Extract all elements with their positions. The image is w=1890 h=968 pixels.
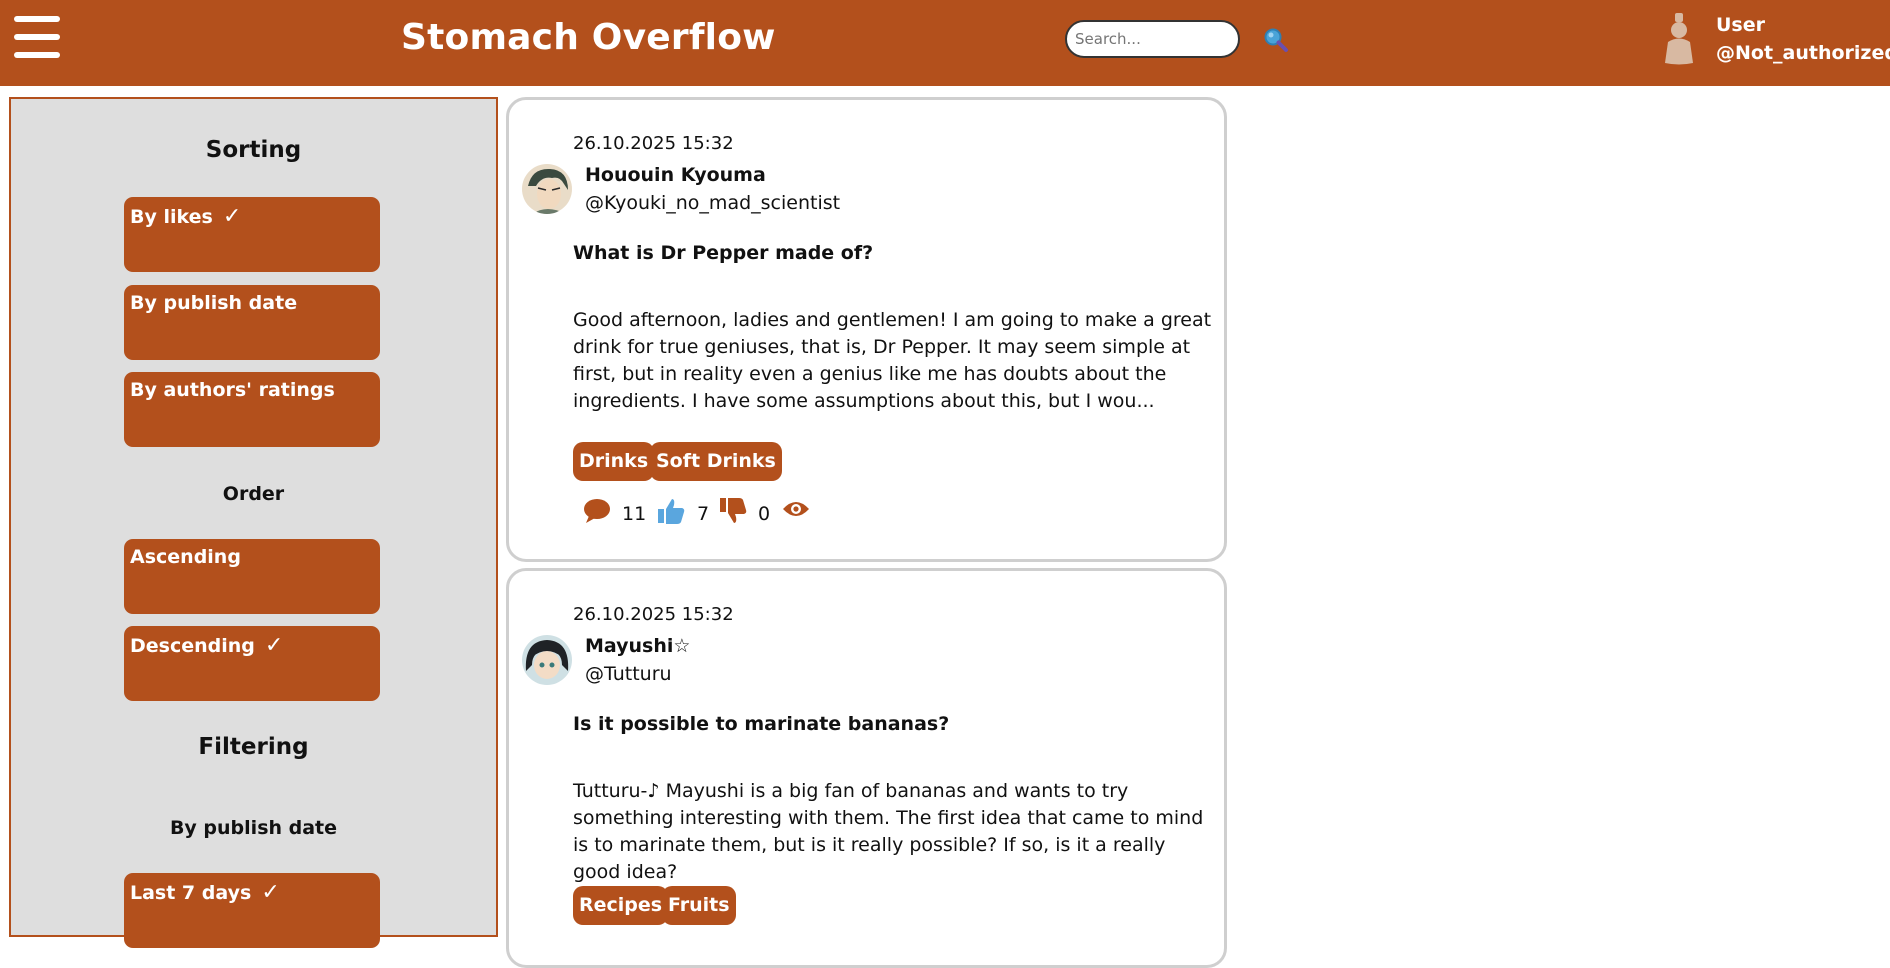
filter-last-7-days-button[interactable]: Last 7 days ✓ bbox=[124, 873, 380, 948]
filter-sidebar: Sorting By likes ✓ By publish date By aut… bbox=[9, 97, 498, 948]
check-icon: ✓ bbox=[264, 633, 284, 658]
thumbs-down-icon[interactable] bbox=[719, 497, 747, 529]
filter-last-7-days-label: Last 7 days bbox=[130, 882, 252, 904]
tag-fruits[interactable]: Fruits bbox=[662, 886, 736, 925]
user-handle[interactable]: @Not_authorized bbox=[1716, 42, 1890, 64]
tag-recipes[interactable]: Recipes bbox=[573, 886, 669, 925]
author-name[interactable]: Hououin Kyouma bbox=[585, 164, 766, 186]
sort-by-likes-label: By likes bbox=[130, 206, 213, 228]
sort-by-authors-ratings-label: By authors' ratings bbox=[130, 379, 335, 401]
author-avatar[interactable] bbox=[522, 635, 572, 685]
order-descending-label: Descending bbox=[130, 635, 255, 657]
comment-icon[interactable] bbox=[583, 498, 611, 528]
check-icon: ✓ bbox=[222, 204, 242, 229]
order-descending-button[interactable]: Descending ✓ bbox=[124, 626, 380, 701]
comment-count: 11 bbox=[622, 503, 647, 525]
post-card[interactable]: 26.10.2025 15:32 Mayushi☆ @Tutturu Is it… bbox=[506, 568, 1227, 968]
post-title[interactable]: What is Dr Pepper made of? bbox=[573, 242, 873, 264]
tag-soft-drinks[interactable]: Soft Drinks bbox=[650, 442, 782, 481]
menu-icon[interactable] bbox=[14, 16, 60, 58]
order-ascending-button[interactable]: Ascending bbox=[124, 539, 380, 614]
order-ascending-label: Ascending bbox=[130, 546, 241, 568]
user-name[interactable]: User bbox=[1716, 14, 1765, 36]
post-date: 26.10.2025 15:32 bbox=[573, 604, 734, 625]
order-heading: Order bbox=[222, 483, 285, 505]
tag-drinks[interactable]: Drinks bbox=[573, 442, 655, 481]
post-body: Good afternoon, ladies and gentlemen! I … bbox=[573, 309, 1212, 412]
author-handle: @Tutturu bbox=[585, 663, 672, 685]
sort-by-authors-ratings-button[interactable]: By authors' ratings bbox=[124, 372, 380, 447]
search-input[interactable] bbox=[1065, 20, 1240, 58]
filter-publish-date-heading: By publish date bbox=[169, 817, 338, 839]
author-name[interactable]: Mayushi☆ bbox=[585, 635, 690, 657]
sort-by-likes-button[interactable]: By likes ✓ bbox=[124, 197, 380, 272]
site-title[interactable]: Stomach Overflow bbox=[401, 17, 776, 58]
top-bar: Stomach Overflow User @Not_authorized bbox=[0, 0, 1890, 86]
check-icon: ✓ bbox=[261, 880, 280, 905]
post-date: 26.10.2025 15:32 bbox=[573, 133, 734, 154]
search-icon[interactable] bbox=[1262, 26, 1290, 54]
author-avatar[interactable] bbox=[522, 164, 572, 214]
post-title[interactable]: Is it possible to marinate bananas? bbox=[573, 713, 949, 735]
user-avatar-icon[interactable] bbox=[1662, 13, 1696, 65]
sort-by-publish-date-label: By publish date bbox=[130, 292, 298, 314]
like-count: 7 bbox=[697, 503, 710, 525]
author-handle: @Kyouki_no_mad_scientist bbox=[585, 192, 841, 214]
thumbs-up-icon[interactable] bbox=[657, 497, 685, 529]
sort-by-publish-date-button[interactable]: By publish date bbox=[124, 285, 380, 360]
sorting-heading: Sorting bbox=[205, 137, 302, 163]
eye-icon[interactable] bbox=[782, 498, 810, 524]
filtering-heading: Filtering bbox=[198, 734, 309, 760]
post-card[interactable]: 26.10.2025 15:32 Hououin Kyouma @Kyouki_… bbox=[506, 97, 1227, 562]
post-body: Tutturu-♪ Mayushi is a big fan of banana… bbox=[573, 780, 1204, 883]
dislike-count: 0 bbox=[758, 503, 771, 525]
